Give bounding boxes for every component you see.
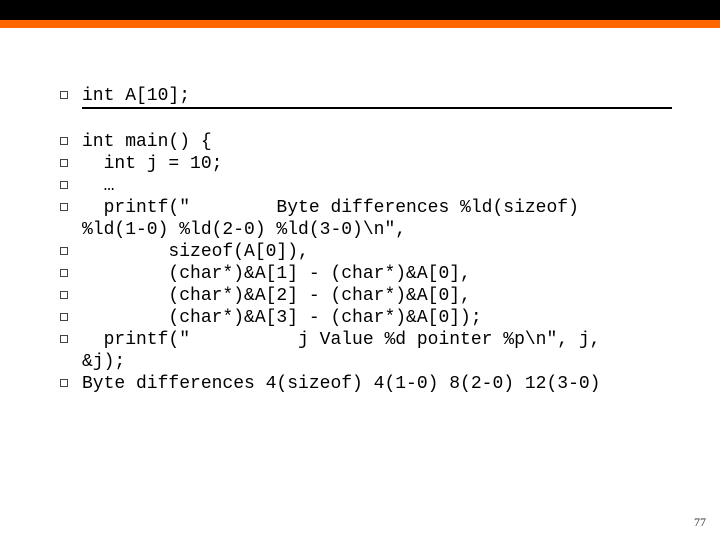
code-text: (char*)&A[3] - (char*)&A[0]);	[82, 307, 482, 329]
code-text: int A[10];	[82, 85, 672, 109]
bullet-icon	[60, 91, 68, 99]
code-line: printf(" j Value %d pointer %p\n", j, &j…	[60, 329, 680, 373]
bullet-icon	[60, 291, 68, 299]
code-line: printf(" Byte differences %ld(sizeof) %l…	[60, 197, 680, 241]
bullet-icon	[60, 335, 68, 343]
code-text: (char*)&A[1] - (char*)&A[0],	[82, 263, 471, 285]
slide: int A[10]; int main() { int j = 10; … pr…	[0, 0, 720, 540]
code-text: (char*)&A[2] - (char*)&A[0],	[82, 285, 471, 307]
code-line: int main() {	[60, 131, 680, 153]
code-text: printf(" Byte differences %ld(sizeof)	[82, 198, 579, 218]
code-text: int main() {	[82, 131, 212, 153]
code-text: …	[82, 175, 114, 197]
code-text: Byte differences 4(sizeof) 4(1-0) 8(2-0)…	[82, 373, 600, 395]
code-text: int j = 10;	[82, 153, 222, 175]
bullet-icon	[60, 379, 68, 387]
code-line: (char*)&A[1] - (char*)&A[0],	[60, 263, 680, 285]
page-number: 77	[694, 515, 706, 530]
code-text-wrap: printf(" Byte differences %ld(sizeof) %l…	[82, 197, 579, 241]
code-block: int A[10]; int main() { int j = 10; … pr…	[60, 85, 680, 395]
code-line: int j = 10;	[60, 153, 680, 175]
code-text: sizeof(A[0]),	[82, 241, 309, 263]
bullet-icon	[60, 269, 68, 277]
code-line: (char*)&A[3] - (char*)&A[0]);	[60, 307, 680, 329]
bullet-icon	[60, 247, 68, 255]
code-line: int A[10];	[60, 85, 680, 109]
top-orange-bar	[0, 20, 720, 28]
code-line: …	[60, 175, 680, 197]
bullet-icon	[60, 137, 68, 145]
top-black-bar	[0, 0, 720, 20]
code-line: Byte differences 4(sizeof) 4(1-0) 8(2-0)…	[60, 373, 680, 395]
bullet-icon	[60, 181, 68, 189]
code-text: &j);	[82, 352, 125, 372]
bullet-icon	[60, 203, 68, 211]
bullet-icon	[60, 313, 68, 321]
code-text: %ld(1-0) %ld(2-0) %ld(3-0)\n",	[82, 220, 406, 240]
code-line: sizeof(A[0]),	[60, 241, 680, 263]
bullet-icon	[60, 159, 68, 167]
code-line: (char*)&A[2] - (char*)&A[0],	[60, 285, 680, 307]
code-text: printf(" j Value %d pointer %p\n", j,	[82, 330, 600, 350]
code-text-wrap: printf(" j Value %d pointer %p\n", j, &j…	[82, 329, 600, 373]
